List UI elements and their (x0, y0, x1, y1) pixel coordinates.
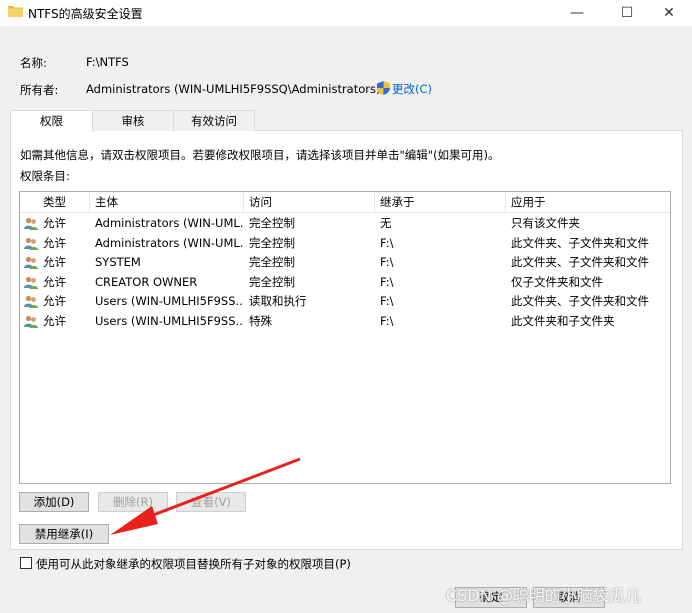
tab-permissions[interactable]: 权限 (10, 110, 93, 132)
replace-child-permissions-checkbox[interactable] (20, 557, 32, 569)
table-row[interactable]: 允许 Administrators (WIN-UML... 完全控制 无 只有该文件夹 (20, 214, 670, 233)
cell-type: 允许 (43, 216, 66, 230)
close-button[interactable]: ✕ (646, 0, 692, 26)
cell-type: 允许 (43, 235, 66, 250)
replace-child-permissions-label: 使用可从此对象继承的权限项目替换所有子对象的权限项目(P) (36, 557, 351, 571)
cell-principal: Users (WIN-UMLHI5F9SS... (95, 294, 244, 308)
column-applies-to[interactable]: 应用于 (506, 192, 670, 212)
users-icon (24, 217, 38, 230)
cell-applies: 此文件夹、子文件夹和文件 (511, 255, 649, 269)
cell-inherited: F:\ (380, 313, 394, 328)
table-row[interactable]: 允许 Users (WIN-UMLHI5F9SS... 特殊 F:\ 此文件夹和子文件夹 (20, 312, 670, 331)
cell-type: 允许 (43, 255, 66, 269)
title-bar: NTFS的高级安全设置 — ☐ ✕ (0, 0, 692, 26)
cell-type: 允许 (43, 274, 66, 289)
disable-inheritance-button[interactable]: 禁用继承(I) (19, 524, 109, 544)
minimize-button[interactable]: — (554, 0, 600, 26)
users-icon (24, 237, 38, 250)
watermark: CSDN @聪明的小脑袋瓜儿 (446, 586, 641, 605)
table-row[interactable]: 允许 SYSTEM 完全控制 F:\ 此文件夹、子文件夹和文件 (20, 253, 670, 272)
cell-access: 完全控制 (249, 255, 295, 269)
users-icon (24, 256, 38, 269)
cell-principal: Users (WIN-UMLHI5F9SS... (95, 313, 244, 328)
remove-button[interactable]: 删除(R) (98, 492, 168, 512)
cell-principal: CREATOR OWNER (95, 274, 198, 289)
folder-icon (8, 6, 23, 17)
cell-applies: 仅子文件夹和文件 (511, 274, 603, 289)
tab-auditing[interactable]: 审核 (92, 110, 174, 131)
cell-principal: Administrators (WIN-UML... (95, 235, 244, 250)
cell-applies: 只有该文件夹 (511, 216, 580, 230)
owner-label: 所有者: (20, 83, 59, 97)
users-icon (24, 276, 38, 289)
permission-entries-list[interactable]: 类型 主体 访问 继承于 应用于 允许 Administrators (WIN-U… (19, 191, 671, 484)
column-access[interactable]: 访问 (244, 192, 375, 212)
cell-applies: 此文件夹、子文件夹和文件 (511, 235, 649, 250)
entries-label: 权限条目: (20, 169, 70, 183)
cell-inherited: F:\ (380, 235, 394, 250)
users-icon (24, 315, 38, 328)
column-type[interactable]: 类型 (38, 192, 90, 212)
view-button[interactable]: 查看(V) (176, 492, 246, 512)
cell-inherited: F:\ (380, 255, 394, 269)
change-owner-link[interactable]: 更改(C) (392, 81, 432, 97)
owner-value: Administrators (WIN-UMLHI5F9SSQ\Administ… (86, 82, 381, 96)
table-row[interactable]: 允许 Administrators (WIN-UML... 完全控制 F:\ 此文件夹、… (20, 234, 670, 253)
users-icon (24, 295, 38, 308)
cell-inherited: F:\ (380, 294, 394, 308)
cell-principal: Administrators (WIN-UML... (95, 216, 244, 230)
uac-shield-icon (377, 81, 390, 95)
cell-access: 特殊 (249, 313, 272, 328)
cell-access: 完全控制 (249, 235, 295, 250)
maximize-button[interactable]: ☐ (604, 0, 650, 26)
cell-access: 完全控制 (249, 216, 295, 230)
column-principal[interactable]: 主体 (90, 192, 244, 212)
cell-type: 允许 (43, 294, 66, 308)
list-header: 类型 主体 访问 继承于 应用于 (20, 192, 670, 213)
cell-applies: 此文件夹、子文件夹和文件 (511, 294, 649, 308)
cell-principal: SYSTEM (95, 255, 141, 269)
window-title: NTFS的高级安全设置 (28, 7, 143, 21)
name-value: F:\NTFS (86, 55, 129, 69)
cell-access: 读取和执行 (249, 294, 307, 308)
tab-effective-access[interactable]: 有效访问 (173, 110, 255, 131)
table-row[interactable]: 允许 CREATOR OWNER 完全控制 F:\ 仅子文件夹和文件 (20, 273, 670, 292)
table-row[interactable]: 允许 Users (WIN-UMLHI5F9SS... 读取和执行 F:\ 此文件夹、子… (20, 292, 670, 311)
cell-access: 完全控制 (249, 274, 295, 289)
cell-inherited: F:\ (380, 274, 394, 289)
cell-applies: 此文件夹和子文件夹 (511, 313, 615, 328)
cell-inherited: 无 (380, 216, 392, 230)
cell-type: 允许 (43, 313, 66, 328)
add-button[interactable]: 添加(D) (19, 492, 89, 512)
panel-description: 如需其他信息，请双击权限项目。若要修改权限项目，请选择该项目并单击"编辑"(如果… (20, 148, 500, 162)
column-inherited-from[interactable]: 继承于 (375, 192, 506, 212)
name-label: 名称: (20, 56, 47, 70)
